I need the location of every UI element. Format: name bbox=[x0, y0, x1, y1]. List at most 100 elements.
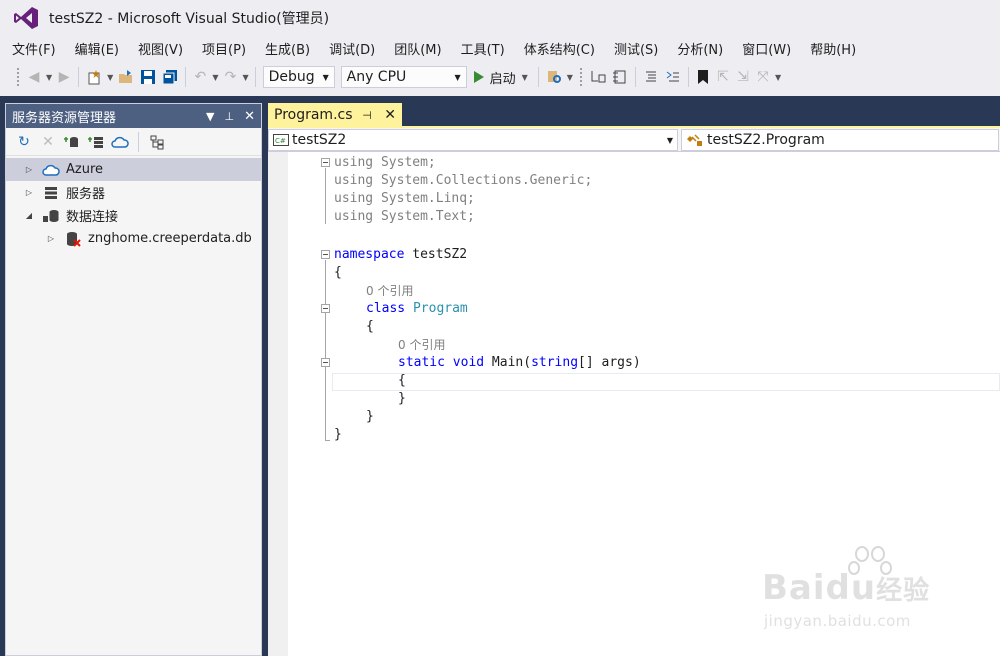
refresh-icon[interactable]: ↻ bbox=[14, 132, 34, 152]
redo-dropdown-icon[interactable]: ▼ bbox=[242, 73, 248, 82]
back-dropdown-icon[interactable]: ▼ bbox=[46, 73, 52, 82]
type-navigation-select[interactable]: testSZ2.Program bbox=[681, 129, 999, 151]
menu-debug[interactable]: 调试(D) bbox=[323, 39, 381, 58]
close-icon[interactable]: ✕ bbox=[244, 109, 255, 124]
clear-bookmarks-icon[interactable]: ⤧ bbox=[754, 66, 772, 88]
code-line-11: { bbox=[398, 373, 406, 388]
navigate-back-icon[interactable]: ◀ bbox=[25, 66, 43, 88]
connect-azure-icon[interactable] bbox=[110, 132, 130, 152]
collapse-namespace-icon[interactable] bbox=[321, 250, 330, 259]
type-navigation-value: testSZ2.Program bbox=[707, 132, 825, 148]
pin-icon[interactable]: ⊥ bbox=[225, 110, 235, 123]
tree-item-label: 服务器 bbox=[66, 187, 106, 202]
tree-item-data-connections[interactable]: ◢ 数据连接 bbox=[6, 204, 261, 227]
code-line-7: { bbox=[334, 265, 342, 280]
new-project-icon[interactable] bbox=[84, 66, 104, 88]
connect-server-icon[interactable] bbox=[86, 132, 106, 152]
editor-navigation-bar: C# testSZ2 ▼ testSZ2.Program bbox=[268, 128, 1000, 152]
collapse-icon[interactable]: ◢ bbox=[22, 211, 36, 220]
title-bar: testSZ2 - Microsoft Visual Studio(管理员) bbox=[0, 0, 1000, 36]
menu-build[interactable]: 生成(B) bbox=[259, 39, 316, 58]
bookmark-icon[interactable] bbox=[694, 66, 712, 88]
redo-icon[interactable]: ↷ bbox=[221, 66, 239, 88]
menu-file[interactable]: 文件(F) bbox=[6, 39, 62, 58]
step-over-icon[interactable] bbox=[610, 66, 630, 88]
menu-analyze[interactable]: 分析(N) bbox=[671, 39, 729, 58]
overflow-icon[interactable]: ▼ bbox=[775, 73, 781, 82]
play-icon bbox=[473, 71, 484, 83]
new-dropdown-icon[interactable]: ▼ bbox=[107, 73, 113, 82]
menu-architecture[interactable]: 体系结构(C) bbox=[518, 39, 601, 58]
expand-icon[interactable]: ▷ bbox=[44, 234, 58, 243]
solution-configuration-select[interactable]: Debug ▼ bbox=[262, 66, 335, 88]
menu-tools[interactable]: 工具(T) bbox=[455, 39, 511, 58]
menu-team[interactable]: 团队(M) bbox=[388, 39, 447, 58]
chevron-down-icon: ▼ bbox=[454, 72, 461, 82]
tree-item-label: znghome.creeperdata.db bbox=[88, 231, 252, 246]
undo-dropdown-icon[interactable]: ▼ bbox=[212, 73, 218, 82]
find-in-files-icon[interactable] bbox=[544, 66, 564, 88]
tab-label: Program.cs bbox=[274, 107, 353, 123]
expand-icon[interactable]: ▷ bbox=[22, 188, 36, 197]
toolbar-separator bbox=[687, 67, 689, 87]
outline-end bbox=[325, 440, 330, 441]
menu-help[interactable]: 帮助(H) bbox=[804, 39, 862, 58]
collapse-method-icon[interactable] bbox=[321, 358, 330, 367]
step-into-icon[interactable] bbox=[588, 66, 608, 88]
project-navigation-value: testSZ2 bbox=[292, 132, 347, 148]
window-position-icon[interactable]: ▼ bbox=[206, 110, 214, 123]
toolbar-separator bbox=[634, 67, 636, 87]
close-tab-icon[interactable]: ✕ bbox=[384, 107, 396, 123]
code-line-8: class Program bbox=[366, 301, 468, 316]
current-line-highlight bbox=[332, 373, 1000, 391]
code-line-13: } bbox=[366, 409, 374, 424]
navigate-forward-icon[interactable]: ▶ bbox=[55, 66, 73, 88]
collapse-usings-icon[interactable] bbox=[321, 158, 330, 167]
menu-test[interactable]: 测试(S) bbox=[608, 39, 664, 58]
toolbar-separator bbox=[78, 67, 80, 87]
baidu-jingyan-watermark: Baidu经验 jingyan.baidu.com bbox=[762, 546, 962, 636]
start-debugging-button[interactable]: 启动 ▼ bbox=[473, 68, 530, 87]
configuration-value: Debug bbox=[268, 69, 315, 85]
toolbar-grip[interactable] bbox=[578, 67, 583, 87]
outline-guide bbox=[325, 260, 326, 440]
pin-tab-icon[interactable]: ⊣ bbox=[362, 109, 372, 122]
show-class-diagram-icon[interactable] bbox=[147, 132, 167, 152]
toolbar-separator bbox=[138, 131, 139, 152]
tree-item-label: Azure bbox=[66, 162, 104, 177]
code-line-14: } bbox=[334, 427, 342, 442]
stop-refresh-icon[interactable]: ✕ bbox=[38, 132, 58, 152]
panel-title: 服务器资源管理器 bbox=[12, 110, 117, 126]
server-tree: ▷ Azure ▷ 服务器 ◢ 数据连接 ▷ znghome.creeperda… bbox=[6, 156, 261, 250]
codelens-references[interactable]: 0 个引用 bbox=[366, 282, 413, 300]
menu-edit[interactable]: 编辑(E) bbox=[69, 39, 125, 58]
expand-icon[interactable]: ▷ bbox=[22, 165, 36, 174]
collapse-class-icon[interactable] bbox=[321, 304, 330, 313]
toolbar-separator bbox=[254, 67, 256, 87]
tree-item-azure[interactable]: ▷ Azure bbox=[6, 158, 261, 181]
overflow-icon[interactable]: ▼ bbox=[567, 73, 573, 82]
menu-project[interactable]: 项目(P) bbox=[196, 39, 252, 58]
next-bookmark-icon[interactable]: ⇲ bbox=[734, 66, 752, 88]
codelens-references[interactable]: 0 个引用 bbox=[398, 336, 445, 354]
comment-lines-icon[interactable] bbox=[641, 66, 661, 88]
start-dropdown-icon[interactable]: ▼ bbox=[522, 73, 528, 82]
solution-platform-select[interactable]: Any CPU ▼ bbox=[340, 66, 467, 88]
menu-window[interactable]: 窗口(W) bbox=[736, 39, 797, 58]
undo-icon[interactable]: ↶ bbox=[191, 66, 209, 88]
connect-database-icon[interactable] bbox=[62, 132, 82, 152]
uncomment-lines-icon[interactable] bbox=[663, 66, 683, 88]
code-line-10: static void Main(string[] args) bbox=[398, 355, 641, 370]
save-all-icon[interactable] bbox=[160, 66, 180, 88]
tree-item-database-connection[interactable]: ▷ znghome.creeperdata.db bbox=[6, 227, 261, 250]
menu-view[interactable]: 视图(V) bbox=[132, 39, 189, 58]
tab-program-cs[interactable]: Program.cs ⊣ ✕ bbox=[268, 103, 402, 127]
previous-bookmark-icon[interactable]: ⇱ bbox=[714, 66, 732, 88]
save-icon[interactable] bbox=[138, 66, 158, 88]
open-file-icon[interactable] bbox=[116, 66, 136, 88]
code-line-2: using System.Collections.Generic; bbox=[334, 173, 593, 188]
code-line-6: namespace testSZ2 bbox=[334, 247, 468, 262]
toolbar-grip[interactable] bbox=[16, 67, 20, 87]
project-navigation-select[interactable]: C# testSZ2 ▼ bbox=[268, 129, 678, 151]
tree-item-servers[interactable]: ▷ 服务器 bbox=[6, 181, 261, 204]
